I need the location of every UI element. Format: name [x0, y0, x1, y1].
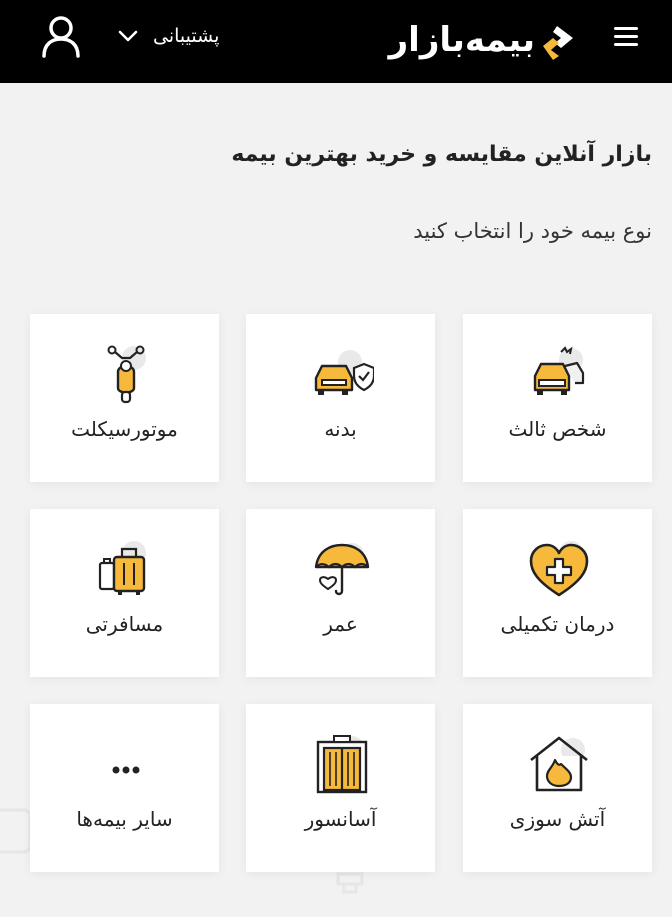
- insurance-card-car-body[interactable]: بدنه: [246, 314, 435, 482]
- logo-text: بیمه‌بازار: [388, 20, 535, 60]
- insurance-card-other[interactable]: سایر بیمه‌ها: [30, 704, 219, 872]
- insurance-card-fire[interactable]: آتش سوزی: [463, 704, 652, 872]
- house-fire-icon: [530, 736, 588, 792]
- insurance-card-motorcycle[interactable]: موتورسیکلت: [30, 314, 219, 482]
- page-subtitle: نوع بیمه خود را انتخاب کنید: [413, 219, 652, 243]
- elevator-icon: [316, 735, 368, 794]
- card-label: عمر: [323, 612, 358, 636]
- third-party-car-icon: [533, 346, 585, 395]
- support-dropdown[interactable]: پشتیبانی: [117, 18, 219, 54]
- card-label: بدنه: [324, 417, 357, 441]
- chevron-down-icon: [118, 30, 138, 42]
- insurance-card-elevator[interactable]: آسانسور: [246, 704, 435, 872]
- support-label: پشتیبانی: [153, 25, 220, 47]
- luggage-icon: [98, 541, 146, 595]
- card-label: موتورسیکلت: [71, 417, 178, 441]
- decorative-background-shape: [336, 872, 364, 894]
- card-label: شخص ثالث: [508, 417, 607, 441]
- insurance-card-third-party[interactable]: شخص ثالث: [463, 314, 652, 482]
- page-title: بازار آنلاین مقایسه و خرید بهترین بیمه: [231, 142, 652, 167]
- card-label: آتش سوزی: [509, 807, 606, 831]
- heart-medical-icon: [529, 541, 589, 597]
- more-dots-icon: [112, 766, 140, 774]
- card-label: آسانسور: [304, 807, 377, 831]
- site-logo[interactable]: بیمه‌بازار: [362, 14, 577, 66]
- user-account-icon[interactable]: [40, 14, 82, 58]
- logo-mark-icon: [543, 26, 573, 60]
- insurance-card-life[interactable]: عمر: [246, 509, 435, 677]
- insurance-card-travel[interactable]: مسافرتی: [30, 509, 219, 677]
- car-body-shield-icon: [314, 350, 374, 395]
- umbrella-heart-icon: [314, 543, 370, 596]
- card-label: سایر بیمه‌ها: [76, 807, 173, 831]
- card-label: مسافرتی: [85, 612, 164, 636]
- insurance-card-medical[interactable]: درمان تکمیلی: [463, 509, 652, 677]
- motorcycle-icon: [107, 345, 146, 404]
- hamburger-menu-icon[interactable]: [612, 25, 640, 49]
- top-header: بیمه‌بازار پشتیبانی: [0, 0, 672, 83]
- card-label: درمان تکمیلی: [500, 612, 615, 636]
